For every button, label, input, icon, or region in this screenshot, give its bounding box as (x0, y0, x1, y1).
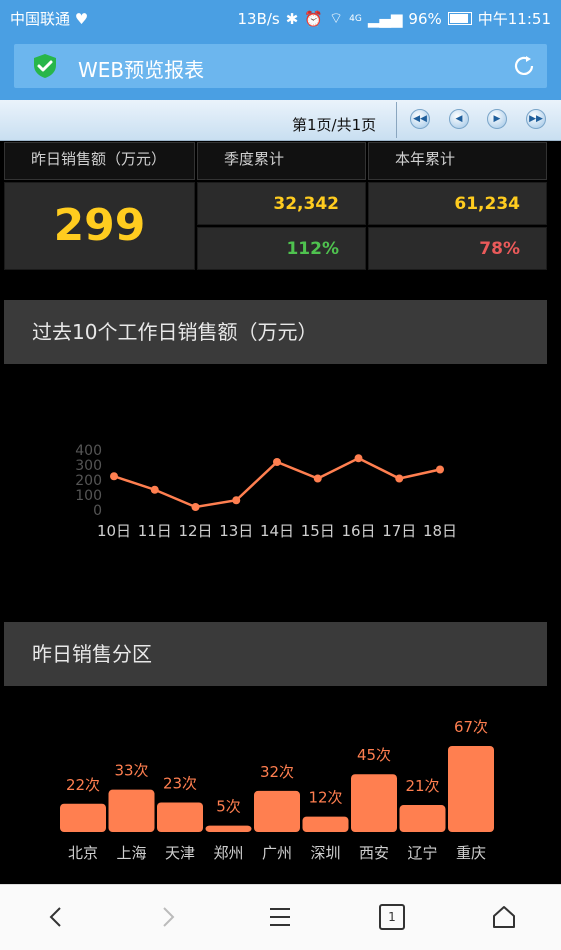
refresh-icon[interactable] (511, 53, 537, 83)
bottom-navigation-bar: 1 (0, 884, 561, 950)
y-tick-label: 400 (75, 443, 102, 459)
bar-value-label: 5次 (216, 798, 241, 816)
status-bar: 中国联通 ♥ 13B/s ✱ ⏰ ⌔ 4G ▂▄▆ 96% 中午11:51 (0, 0, 561, 34)
wifi-icon: ⌔ (329, 9, 344, 27)
tabs-icon[interactable]: 1 (372, 899, 412, 935)
x-tick-label: 10日 (97, 522, 131, 540)
x-tick-label: 15日 (301, 522, 335, 540)
toolbar-divider (396, 102, 397, 138)
bar-value-label: 21次 (405, 777, 439, 795)
bluetooth-icon: ✱ (285, 9, 299, 28)
network-type: 4G (349, 13, 362, 24)
first-page-icon[interactable]: ◀◀ (410, 109, 430, 129)
data-point (436, 465, 444, 474)
alarm-icon: ⏰ (304, 9, 323, 28)
forward-icon[interactable] (148, 899, 188, 935)
bar-value-label: 67次 (454, 718, 488, 736)
data-point (313, 474, 322, 483)
shield-check-icon (32, 53, 58, 83)
yesterday-sales-header: 昨日销售额（万元） (4, 142, 195, 180)
sales-trend-line-chart: 0100200300400 10日 11日 12日 13日 14日 15日 16日 17日 18日 (75, 443, 457, 540)
battery-icon (447, 12, 472, 25)
bar-value-label: 23次 (163, 774, 197, 792)
data-point (150, 485, 159, 494)
bar (448, 746, 494, 832)
battery-percent: 96% (408, 9, 442, 28)
x-tick-label: 北京 (68, 844, 98, 862)
address-bar[interactable]: WEB预览报表 (14, 44, 547, 88)
bar (157, 802, 203, 832)
quarter-total-header: 季度累计 (197, 142, 366, 180)
x-tick-label: 14日 (260, 522, 294, 540)
data-point (354, 454, 363, 463)
signal-icon: ▂▄▆ (367, 9, 403, 28)
x-tick-label: 12日 (178, 522, 212, 540)
y-tick-label: 300 (75, 458, 102, 474)
region-sales-bar-chart: 22次北京 33次上海 23次天津 5次郑州 32次广州 12次深圳 45次西安 21次辽宁 6… (60, 718, 494, 862)
x-tick-label: 17日 (382, 522, 416, 540)
app-bar: WEB预览报表 (0, 34, 561, 100)
last-page-icon[interactable]: ▶▶ (526, 109, 546, 129)
menu-icon[interactable] (260, 899, 300, 935)
x-tick-label: 18日 (423, 522, 457, 540)
bar-value-label: 45次 (357, 746, 391, 764)
home-icon[interactable] (484, 899, 524, 935)
section-title-sales-trend: 过去10个工作日销售额（万元） (4, 300, 547, 364)
bar-value-label: 33次 (114, 762, 148, 780)
bar (302, 816, 349, 832)
x-tick-label: 重庆 (456, 844, 486, 862)
bar-value-label: 32次 (260, 763, 294, 781)
data-point (110, 472, 118, 481)
x-tick-label: 郑州 (213, 844, 243, 862)
bar (205, 825, 252, 832)
bar-value-label: 22次 (66, 776, 100, 794)
y-tick-label: 0 (93, 503, 102, 519)
bar (399, 805, 446, 832)
bar (351, 774, 397, 832)
bar (254, 790, 300, 832)
yesterday-sales-value: 299 (4, 182, 195, 270)
data-point (232, 496, 241, 505)
x-tick-label: 西安 (359, 844, 389, 862)
pager-toolbar: 第1页/共1页 ◀◀ ◀ ▶ ▶▶ (0, 100, 561, 141)
tab-count: 1 (379, 904, 405, 930)
x-tick-label: 天津 (165, 844, 195, 862)
x-tick-label: 16日 (341, 522, 375, 540)
next-page-icon[interactable]: ▶ (487, 109, 507, 129)
back-icon[interactable] (36, 899, 76, 935)
x-tick-label: 11日 (138, 522, 172, 540)
year-percent-value: 78% (368, 227, 547, 270)
x-tick-label: 广州 (262, 844, 292, 862)
data-point (395, 474, 404, 483)
data-point (191, 503, 200, 511)
heart-icon: ♥ (74, 10, 89, 28)
page-indicator: 第1页/共1页 (292, 116, 377, 134)
x-tick-label: 深圳 (310, 844, 340, 862)
previous-page-icon[interactable]: ◀ (449, 109, 469, 129)
quarter-total-value: 32,342 (197, 182, 366, 225)
carrier-label: 中国联通 (10, 10, 71, 28)
quarter-percent-value: 112% (197, 227, 366, 270)
y-tick-label: 100 (75, 488, 102, 504)
data-point (273, 458, 281, 466)
bar (108, 789, 155, 832)
app-title: WEB预览报表 (78, 58, 205, 82)
bar (60, 803, 106, 832)
section-title-region-sales: 昨日销售分区 (4, 622, 547, 686)
x-tick-label: 13日 (219, 522, 253, 540)
x-tick-label: 辽宁 (407, 844, 437, 862)
year-total-header: 本年累计 (368, 142, 547, 180)
year-total-value: 61,234 (368, 182, 547, 225)
y-tick-label: 200 (75, 473, 102, 489)
network-speed: 13B/s (237, 9, 280, 28)
clock: 中午11:51 (477, 10, 551, 28)
x-tick-label: 上海 (116, 844, 146, 862)
bar-value-label: 12次 (308, 789, 342, 807)
